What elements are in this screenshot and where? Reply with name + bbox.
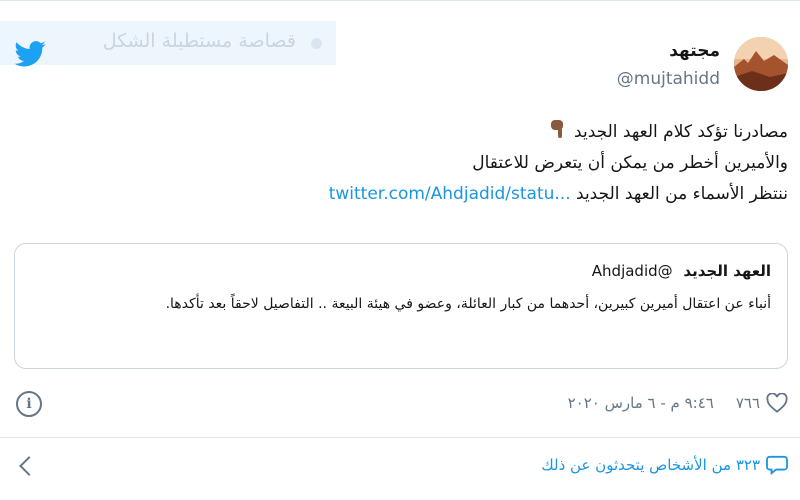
user-handle[interactable]: @mujtahidd — [617, 69, 720, 89]
tweet-line-3: ننتظر الأسماء من العهد الجديد twitter.co… — [148, 179, 788, 210]
tweet-line-3-text: ننتظر الأسماء من العهد الجديد — [576, 184, 788, 204]
tweet-link[interactable]: twitter.com/Ahdjadid/statu... — [329, 184, 571, 204]
avatar[interactable] — [734, 37, 788, 91]
placeholder-banner: قصاصة مستطيلة الشكل — [0, 21, 336, 65]
quoted-tweet-author-name: العهد الجديد — [683, 262, 771, 280]
quoted-tweet-body: أنباء عن اعتقال أميرين كبيرين، أحدهما من… — [165, 296, 771, 312]
tweet-line-1: مصادرنا تؤكد كلام العهد الجديد — [148, 117, 788, 148]
conversation-link[interactable]: ٣٢٣ من الأشخاص يتحدثون عن ذلك — [541, 455, 788, 475]
divider — [0, 437, 800, 438]
heart-icon[interactable] — [766, 393, 788, 413]
like-count[interactable]: ٧٦٦ — [736, 394, 760, 412]
embedded-tweet-card: قصاصة مستطيلة الشكل مجتهد @mujtahidd مصا… — [0, 0, 800, 500]
chevron-left-icon[interactable] — [19, 456, 39, 476]
user-name[interactable]: مجتهد — [669, 41, 720, 61]
banner-dot-icon — [311, 38, 322, 49]
tweet-line-2: والأميرين أخطر من يمكن أن يتعرض للاعتقال — [472, 153, 788, 173]
quoted-tweet-header: العهد الجديد @Ahdjadid — [592, 262, 771, 280]
pointing-hand-icon — [550, 120, 563, 138]
banner-text: قصاصة مستطيلة الشكل — [102, 30, 296, 52]
avatar-image — [734, 37, 788, 91]
quoted-tweet[interactable]: العهد الجديد @Ahdjadid أنباء عن اعتقال أ… — [14, 243, 788, 369]
quoted-tweet-author-handle: @Ahdjadid — [591, 262, 673, 280]
conversation-count-text[interactable]: ٣٢٣ من الأشخاص يتحدثون عن ذلك — [541, 456, 760, 474]
tweet-timestamp[interactable]: ٩:٤٦ م - ٦ مارس ٢٠٢٠ — [568, 394, 714, 412]
tweet-meta: ٧٦٦ ٩:٤٦ م - ٦ مارس ٢٠٢٠ — [568, 393, 788, 413]
reply-bubble-icon — [766, 455, 788, 475]
tweet-line-1-text: مصادرنا تؤكد كلام العهد الجديد — [574, 122, 788, 142]
tweet-text: مصادرنا تؤكد كلام العهد الجديد والأميرين… — [148, 117, 788, 210]
info-icon[interactable]: i — [16, 391, 42, 417]
twitter-bird-icon[interactable] — [14, 41, 46, 67]
